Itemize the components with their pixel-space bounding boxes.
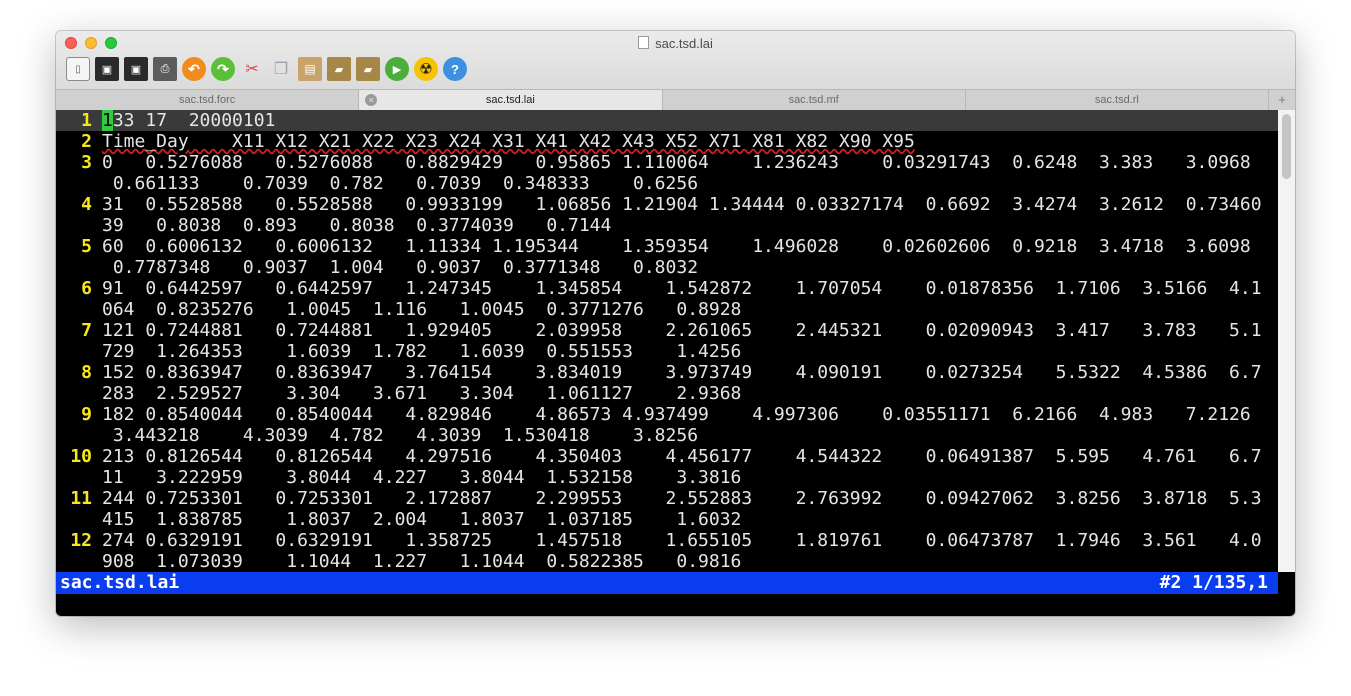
line-number: 4 (81, 194, 92, 215)
line-number: 1 (81, 110, 92, 131)
line-number: 6 (81, 278, 92, 299)
editor-line-wrap[interactable]: 064 0.8235276 1.0045 1.116 1.0045 0.3771… (56, 299, 741, 320)
window-title: sac.tsd.lai (56, 36, 1295, 52)
editor-line[interactable]: 7 121 0.7244881 0.7244881 1.929405 2.0399… (56, 320, 1262, 341)
tab-sac-tsd-lai[interactable]: × sac.tsd.lai (359, 90, 663, 110)
line-text: 244 0.7253301 0.7253301 2.172887 2.29955… (102, 488, 1262, 509)
tab-label: sac.tsd.lai (485, 94, 535, 106)
line-number: 3 (81, 152, 92, 173)
window-title-text: sac.tsd.lai (655, 36, 713, 51)
print-button[interactable]: ⎙ (153, 57, 177, 81)
editor-line[interactable]: 1 133 17 20000101 (56, 110, 1278, 131)
editor-line-wrap[interactable]: 908 1.073039 1.1044 1.227 1.1044 0.58223… (56, 551, 741, 572)
line-number: 5 (81, 236, 92, 257)
open-folder-button[interactable]: ▰ (327, 57, 351, 81)
line-text-continued: 908 1.073039 1.1044 1.227 1.1044 0.58223… (102, 551, 742, 572)
line-text: 31 0.5528588 0.5528588 0.9933199 1.06856… (102, 194, 1262, 215)
line-number: 11 (70, 488, 92, 509)
editor-lines: 1 133 17 20000101 2 Time_Day X11 X12 X21 X… (56, 110, 1278, 572)
line-number: 12 (70, 530, 92, 551)
tab-bar: sac.tsd.forc × sac.tsd.lai sac.tsd.mf sac… (56, 89, 1295, 110)
line-number: 10 (70, 446, 92, 467)
line-text: 0 0.5276088 0.5276088 0.8829429 0.95865 … (102, 152, 1251, 173)
line-text-continued: 064 0.8235276 1.0045 1.116 1.0045 0.3771… (102, 299, 742, 320)
editor-line[interactable]: 6 91 0.6442597 0.6442597 1.247345 1.34585… (56, 278, 1262, 299)
editor-line[interactable]: 2 Time_Day X11 X12 X21 X22 X23 X24 X31 X4… (56, 131, 915, 152)
save-button[interactable]: ▣ (95, 57, 119, 81)
editor-line-wrap[interactable]: 415 1.838785 1.8037 2.004 1.8037 1.03718… (56, 509, 741, 530)
editor-line[interactable]: 11 244 0.7253301 0.7253301 2.172887 2.299… (56, 488, 1262, 509)
line-text-continued: 39 0.8038 0.893 0.8038 0.3774039 0.7144 (102, 215, 612, 236)
tab-label: sac.tsd.mf (788, 94, 839, 106)
editor-window: sac.tsd.lai ▯ ▣ ▣ ⎙ ↶ ↷ ✂ ❐ ▤ ▰ ▰ ▶ ☢ ? … (56, 31, 1295, 616)
editor-line[interactable]: 8 152 0.8363947 0.8363947 3.764154 3.8340… (56, 362, 1262, 383)
save-all-button[interactable]: ▣ (124, 57, 148, 81)
editor-line-wrap[interactable]: 0.661133 0.7039 0.782 0.7039 0.348333 0.… (56, 173, 698, 194)
tab-label: sac.tsd.rl (1094, 94, 1139, 106)
scrollbar-thumb[interactable] (1282, 114, 1291, 179)
line-number: 9 (81, 404, 92, 425)
editor-line-wrap[interactable]: 3.443218 4.3039 4.782 4.3039 1.530418 3.… (56, 425, 698, 446)
line-text: 274 0.6329191 0.6329191 1.358725 1.45751… (102, 530, 1262, 551)
copy-button[interactable]: ❐ (269, 57, 293, 81)
tab-sac-tsd-mf[interactable]: sac.tsd.mf (663, 90, 966, 110)
editor-line[interactable]: 4 31 0.5528588 0.5528588 0.9933199 1.0685… (56, 194, 1262, 215)
editor-line[interactable]: 3 0 0.5276088 0.5276088 0.8829429 0.95865… (56, 152, 1251, 173)
new-file-button[interactable]: ▯ (66, 57, 90, 81)
misspelled-word: Time_Day (102, 131, 189, 152)
cut-button[interactable]: ✂ (240, 57, 264, 81)
line-text: 152 0.8363947 0.8363947 3.764154 3.83401… (102, 362, 1262, 383)
paste-button[interactable]: ▤ (298, 57, 322, 81)
close-tab-icon[interactable]: × (365, 94, 378, 106)
line-text: 91 0.6442597 0.6442597 1.247345 1.345854… (102, 278, 1262, 299)
line-text-continued: 11 3.222959 3.8044 4.227 3.8044 1.532158… (102, 467, 742, 488)
editor-line[interactable]: 9 182 0.8540044 0.8540044 4.829846 4.8657… (56, 404, 1251, 425)
editor-line[interactable]: 5 60 0.6006132 0.6006132 1.11334 1.195344… (56, 236, 1251, 257)
line-text-continued: 729 1.264353 1.6039 1.782 1.6039 0.55155… (102, 341, 742, 362)
line-text-continued: 283 2.529527 3.304 3.671 3.304 1.061127 … (102, 383, 742, 404)
text-editor[interactable]: 1 133 17 20000101 2 Time_Day X11 X12 X21 X… (56, 110, 1295, 616)
line-text-continued: 0.7787348 0.9037 1.004 0.9037 0.3771348 … (102, 257, 699, 278)
redo-button[interactable]: ↷ (211, 57, 235, 81)
status-filename: sac.tsd.lai (60, 572, 180, 593)
line-number: 8 (81, 362, 92, 383)
undo-button[interactable]: ↶ (182, 57, 206, 81)
line-text: 213 0.8126544 0.8126544 4.297516 4.35040… (102, 446, 1262, 467)
tab-sac-tsd-rl[interactable]: sac.tsd.rl (966, 90, 1269, 110)
line-text-continued: 415 1.838785 1.8037 2.004 1.8037 1.03718… (102, 509, 742, 530)
toolbar: ▯ ▣ ▣ ⎙ ↶ ↷ ✂ ❐ ▤ ▰ ▰ ▶ ☢ ? (66, 55, 467, 83)
line-text: 60 0.6006132 0.6006132 1.11334 1.195344 … (102, 236, 1251, 257)
new-folder-button[interactable]: ▰ (356, 57, 380, 81)
line-text: X11 X12 X21 X22 X23 X24 X31 X41 X42 X43 … (188, 131, 915, 152)
line-text: 121 0.7244881 0.7244881 1.929405 2.03995… (102, 320, 1262, 341)
vertical-scrollbar[interactable] (1278, 110, 1295, 572)
line-number: 7 (81, 320, 92, 341)
status-position: #2 1/135,1 (1159, 572, 1268, 593)
hazard-icon-button[interactable]: ☢ (414, 57, 438, 81)
line-text: 182 0.8540044 0.8540044 4.829846 4.86573… (102, 404, 1251, 425)
document-icon (638, 36, 650, 49)
text-cursor: 1 (102, 110, 113, 131)
help-button[interactable]: ? (443, 57, 467, 81)
editor-line-wrap[interactable]: 39 0.8038 0.893 0.8038 0.3774039 0.7144 (56, 215, 611, 236)
run-button[interactable]: ▶ (385, 57, 409, 81)
line-text-continued: 0.661133 0.7039 0.782 0.7039 0.348333 0.… (102, 173, 699, 194)
editor-line[interactable]: 12 274 0.6329191 0.6329191 1.358725 1.457… (56, 530, 1262, 551)
editor-line-wrap[interactable]: 0.7787348 0.9037 1.004 0.9037 0.3771348 … (56, 257, 698, 278)
editor-line-wrap[interactable]: 729 1.264353 1.6039 1.782 1.6039 0.55155… (56, 341, 741, 362)
editor-line-wrap[interactable]: 283 2.529527 3.304 3.671 3.304 1.061127 … (56, 383, 741, 404)
editor-line-wrap[interactable]: 11 3.222959 3.8044 4.227 3.8044 1.532158… (56, 467, 741, 488)
line-number: 2 (81, 131, 92, 152)
line-text-continued: 3.443218 4.3039 4.782 4.3039 1.530418 3.… (102, 425, 699, 446)
add-tab-icon[interactable]: + (1269, 90, 1295, 110)
tab-label: sac.tsd.forc (179, 94, 236, 106)
tab-sac-tsd-forc[interactable]: sac.tsd.forc (56, 90, 360, 110)
line-text: 33 17 20000101 (112, 110, 276, 131)
status-line: sac.tsd.lai #2 1/135,1 (56, 572, 1278, 594)
title-bar: sac.tsd.lai ▯ ▣ ▣ ⎙ ↶ ↷ ✂ ❐ ▤ ▰ ▰ ▶ ☢ ? … (56, 31, 1295, 120)
editor-line[interactable]: 10 213 0.8126544 0.8126544 4.297516 4.350… (56, 446, 1262, 467)
